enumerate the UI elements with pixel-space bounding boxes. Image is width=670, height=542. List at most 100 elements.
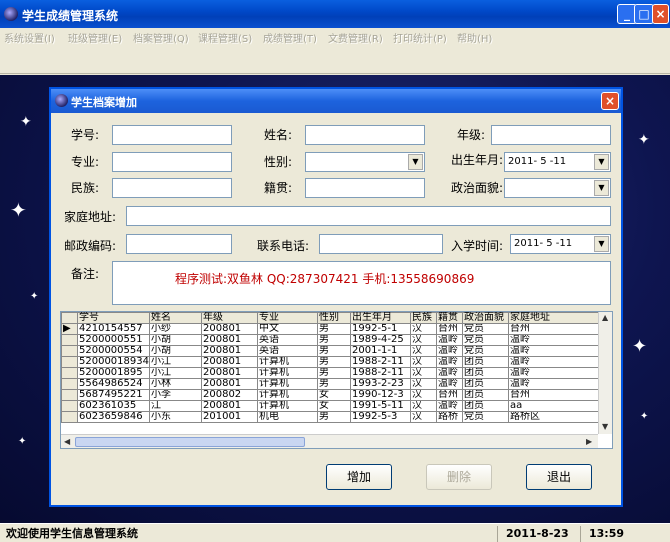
table-row[interactable]: ▶ 4210154557 小纱 200801 中文男 1992-5-1 汉台州 党员 台州 [61,323,610,335]
table-cell[interactable]: 4210154557 [77,323,150,335]
add-button[interactable]: 增加 [326,464,392,490]
table-cell[interactable]: 汉 [410,345,437,357]
table-cell[interactable]: 小东 [149,411,202,423]
table-cell[interactable]: 温岭 [436,378,463,390]
student-grid[interactable]: 学号 姓名 年级 专业 性别 出生年月 民族 籍贯 政治面貌 家庭地址 ▶ 421… [60,311,613,449]
table-cell[interactable]: 200801 [201,367,258,379]
table-cell[interactable]: 汉 [410,367,437,379]
table-cell[interactable]: 温岭 [508,334,610,346]
table-cell[interactable]: 温岭 [508,367,610,379]
table-cell[interactable]: 温岭 [436,400,463,412]
table-cell[interactable]: 计算机 [257,400,318,412]
gender-select[interactable]: ▼ [305,152,425,172]
table-cell[interactable]: 温岭 [508,356,610,368]
column-header[interactable]: 籍贯 [436,312,463,324]
table-cell[interactable]: 温岭 [436,356,463,368]
table-cell[interactable]: 温岭 [508,378,610,390]
table-row[interactable]: 5564986524 小林 200801 计算机男 1993-2-23 汉温岭 团员 温岭 [61,378,610,390]
grade-field[interactable] [491,125,611,145]
exit-button[interactable]: 退出 [526,464,592,490]
table-cell[interactable]: 计算机 [257,378,318,390]
table-row[interactable]: 5687495221 小李 200802 计算机女 1990-12-3 汉台州 团员 台州 [61,389,610,401]
phone-field[interactable] [319,234,443,254]
enroll-date-picker[interactable]: 2011- 5 -11 ▼ [510,234,611,254]
table-cell[interactable]: 江 [149,400,202,412]
address-field[interactable] [126,206,611,226]
table-cell[interactable]: 男 [317,378,351,390]
table-cell[interactable]: 团员 [462,367,509,379]
table-cell[interactable]: 团员 [462,378,509,390]
table-cell[interactable]: 5564986524 [77,378,150,390]
political-select[interactable]: ▼ [504,178,611,198]
native-place-field[interactable] [305,178,425,198]
table-cell[interactable]: 男 [317,323,351,335]
table-cell[interactable]: 男 [317,411,351,423]
name-field[interactable] [305,125,425,145]
table-cell[interactable]: 女 [317,400,351,412]
table-cell[interactable]: 汉 [410,323,437,335]
table-cell[interactable]: 党员 [462,411,509,423]
table-cell[interactable]: 男 [317,334,351,346]
table-cell[interactable]: 1990-12-3 [350,389,411,401]
table-cell[interactable]: 1993-2-23 [350,378,411,390]
horizontal-scrollbar[interactable]: ◀ ▶ [61,434,598,448]
delete-button[interactable]: 删除 [426,464,492,490]
table-row[interactable]: 6023659846 小东 201001 机电男 1992-5-3 汉路桥 党员 路桥区 [61,411,610,423]
table-cell[interactable]: 1988-2-11 [350,356,411,368]
table-cell[interactable]: 汉 [410,378,437,390]
table-cell[interactable]: 汉 [410,411,437,423]
menu-system-settings[interactable]: 系统设置(I) [4,30,55,45]
table-cell[interactable]: 党员 [462,334,509,346]
table-cell[interactable]: 5200001895 [77,367,150,379]
table-cell[interactable]: 201001 [201,411,258,423]
table-cell[interactable]: 1988-2-11 [350,367,411,379]
chevron-down-icon[interactable]: ▼ [594,154,609,170]
table-cell[interactable]: 小胡 [149,345,202,357]
table-cell[interactable]: 200801 [201,345,258,357]
table-cell[interactable]: 1989-4-25 [350,334,411,346]
table-cell[interactable]: 汉 [410,356,437,368]
table-row[interactable]: 5200001895 小江 200801 计算机男 1988-2-11 汉温岭 团员 温岭 [61,367,610,379]
table-cell[interactable]: 男 [317,367,351,379]
vertical-scrollbar[interactable]: ▲ ▼ [598,312,612,434]
column-header[interactable]: 家庭地址 [508,312,610,324]
birth-date-picker[interactable]: 2011- 5 -11 ▼ [504,152,611,172]
table-cell[interactable]: 男 [317,356,351,368]
table-cell[interactable]: 5200000554 [77,345,150,357]
table-cell[interactable]: 机电 [257,411,318,423]
table-cell[interactable]: 中文 [257,323,318,335]
scroll-left-icon[interactable]: ◀ [64,437,70,446]
table-row[interactable]: 5200000554 小胡 200801 英语男 2001-1-1 汉温岭 党员 温岭 [61,345,610,357]
table-cell[interactable]: 党员 [462,345,509,357]
menu-print-statistics[interactable]: 打印统计(P) [393,30,447,45]
column-header[interactable]: 专业 [257,312,318,324]
table-cell[interactable]: 200801 [201,400,258,412]
table-cell[interactable]: aa [508,400,610,412]
ethnicity-field[interactable] [112,178,232,198]
maximize-button[interactable]: □ [634,4,654,24]
chevron-down-icon[interactable]: ▼ [594,180,609,196]
chevron-down-icon[interactable]: ▼ [594,236,609,252]
table-cell[interactable]: 5687495221 [77,389,150,401]
table-cell[interactable]: 汉 [410,334,437,346]
table-cell[interactable]: 路桥 [436,411,463,423]
column-header[interactable]: 学号 [77,312,150,324]
table-cell[interactable]: 1991-5-11 [350,400,411,412]
menu-course-management[interactable]: 课程管理(S) [198,30,252,45]
column-header[interactable]: 政治面貌 [462,312,509,324]
table-cell[interactable]: 党员 [462,323,509,335]
table-cell[interactable]: 计算机 [257,356,318,368]
column-header[interactable]: 出生年月 [350,312,411,324]
table-cell[interactable]: 台州 [508,323,610,335]
dialog-close-button[interactable]: × [601,92,619,110]
table-cell[interactable]: 5200000551 [77,334,150,346]
table-cell[interactable]: 小江 [149,356,202,368]
table-cell[interactable]: 台州 [436,389,463,401]
student-id-field[interactable] [112,125,232,145]
table-cell[interactable]: 温岭 [436,345,463,357]
chevron-down-icon[interactable]: ▼ [408,154,423,170]
menu-score-management[interactable]: 成绩管理(T) [263,30,317,45]
table-cell[interactable]: 台州 [508,389,610,401]
table-cell[interactable]: 200801 [201,334,258,346]
table-cell[interactable]: 计算机 [257,367,318,379]
